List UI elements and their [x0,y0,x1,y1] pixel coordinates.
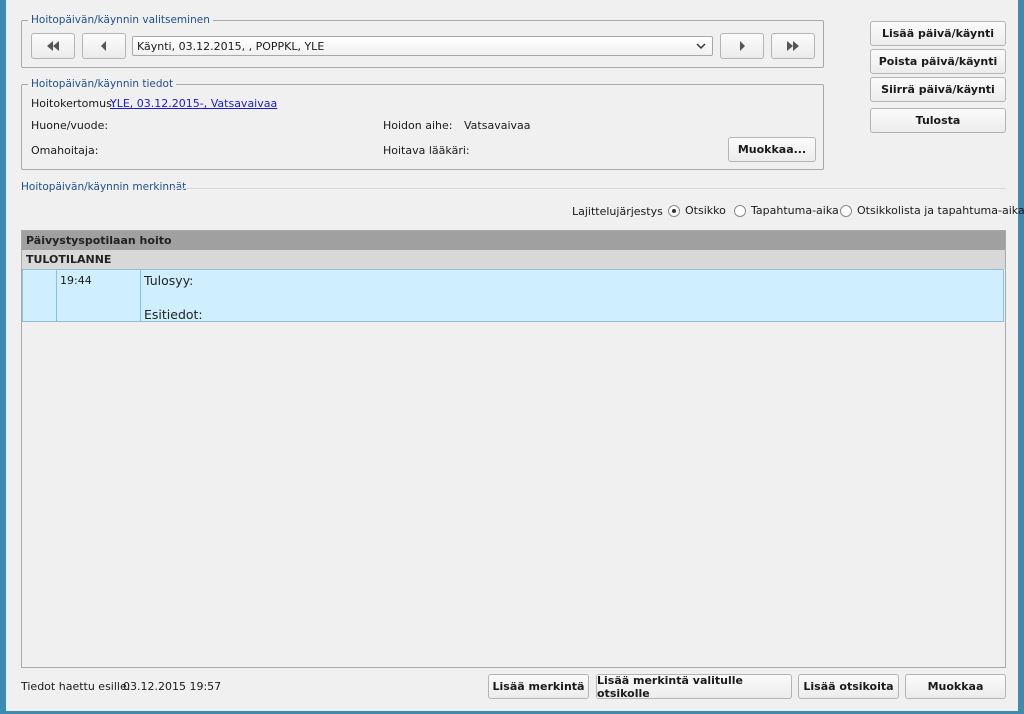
sort-option-label: Otsikkolista ja tapahtuma-aika [857,204,1024,217]
group-header: Päivystyspotilaan hoito [22,231,1005,250]
table-row[interactable]: 19:44 Tulosyy: Esitiedot: [22,269,1004,322]
entries-divider [172,188,1006,189]
first-visit-button[interactable] [31,33,75,59]
hoitokertomus-label: Hoitokertomus: [31,97,116,110]
add-entry-button[interactable]: Lisää merkintä [488,674,589,699]
visit-details-legend: Hoitopäivän/käynnin tiedot [28,78,177,90]
visit-select-value: Käynti, 03.12.2015, , POPPKL, YLE [137,39,325,53]
last-visit-button[interactable] [771,33,815,59]
entries-title: Hoitopäivän/käynnin merkinnät [21,181,187,193]
sort-option-label: Otsikko [685,204,726,217]
fetched-label: Tiedot haettu esille: [21,680,131,693]
visit-select[interactable]: Käynti, 03.12.2015, , POPPKL, YLE [132,36,713,56]
row-marker-cell [23,270,57,321]
window-frame-left [0,0,6,714]
add-headings-button[interactable]: Lisää otsikoita [798,674,899,699]
add-visit-button[interactable]: Lisää päivä/käynti [870,21,1006,46]
chevron-down-icon [696,43,706,50]
fetched-value: 03.12.2015 19:57 [123,680,222,693]
sort-option-label: Tapahtuma-aika [751,204,839,217]
row-text-cell: Tulosyy: Esitiedot: [141,270,1003,322]
entries-grid[interactable]: Päivystyspotilaan hoito TULOTILANNE 19:4… [21,230,1006,668]
radio-unselected-icon [734,204,746,217]
sort-label: Lajittelujärjestys [572,205,663,218]
radio-selected-icon [668,204,680,217]
double-chevron-right-icon [787,41,799,51]
hoidon-aihe-value: Vatsavaivaa [464,119,531,132]
huone-label: Huone/vuode: [31,119,109,132]
remove-visit-button[interactable]: Poista päivä/käynti [870,49,1006,74]
hoitava-laakari-label: Hoitava lääkäri: [383,144,470,157]
sort-option-otsikko[interactable]: Otsikko [668,204,726,217]
sub-header: TULOTILANNE [22,250,1005,269]
add-entry-selected-heading-button[interactable]: Lisää merkintä valitulle otsikolle [596,674,792,700]
visit-selection-legend: Hoitopäivän/käynnin valitseminen [28,14,213,26]
previous-visit-button[interactable] [82,33,126,59]
hoitokertomus-link[interactable]: YLE, 03.12.2015-, Vatsavaivaa [110,97,277,110]
window-frame-right [1018,0,1024,714]
radio-unselected-icon [840,204,852,217]
hoidon-aihe-label: Hoidon aihe: [383,119,453,132]
double-chevron-left-icon [47,41,59,51]
chevron-left-icon [101,41,106,51]
row-text-line: Tulosyy: [144,273,194,288]
sort-option-tapahtuma-aika[interactable]: Tapahtuma-aika [734,204,839,217]
edit-details-button[interactable]: Muokkaa... [728,137,816,162]
print-button[interactable]: Tulosta [870,108,1006,133]
row-time-cell: 19:44 [57,270,141,321]
omahoitaja-label: Omahoitaja: [31,144,99,157]
next-visit-button[interactable] [720,33,764,59]
edit-button[interactable]: Muokkaa [905,674,1006,699]
row-text-line: Esitiedot: [144,307,203,322]
chevron-right-icon [740,41,745,51]
sort-option-otsikkolista[interactable]: Otsikkolista ja tapahtuma-aika [840,204,1024,217]
move-visit-button[interactable]: Siirrä päivä/käynti [870,77,1006,102]
row-text-line [144,290,1000,307]
